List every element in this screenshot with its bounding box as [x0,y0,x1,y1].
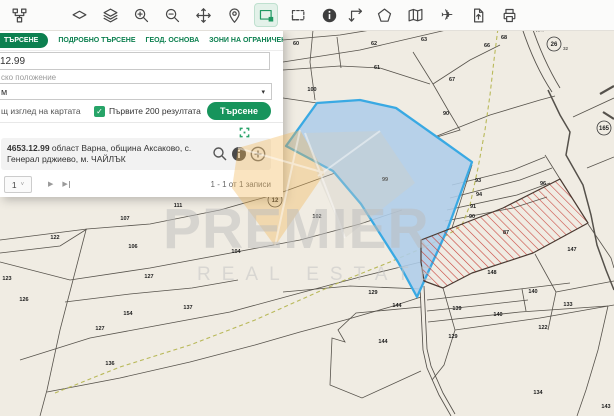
layers-stack-icon[interactable] [99,4,121,26]
zoom-in-icon[interactable] [130,4,152,26]
parcel-label: 67 [449,77,455,83]
result-info-icon[interactable] [231,146,247,162]
parcel-label: 87 [503,230,509,236]
pagination: 1 ˅ ▶ ▶ 1 - 1 от 1 записи [4,176,271,193]
parcel-label: 66 [484,43,490,49]
zoom-to-result-icon[interactable] [212,146,228,162]
parcel-label: 122 [50,235,59,241]
result-item[interactable]: 4653.12.99 област Варна, община Аксаково… [1,138,271,170]
expand-results-icon[interactable] [239,125,250,136]
rect-dashed-icon[interactable] [287,4,309,26]
parcel-label: 104 [231,249,241,255]
parcel-label: 90 [443,111,449,117]
parcel-label: 106 [128,244,137,250]
parcel-label: 136 [105,361,114,367]
info-icon[interactable] [318,4,340,26]
first-200-label: Първите 200 резултата [109,106,201,116]
location-label: ско положение [1,73,56,82]
parcel-label: 140 [528,289,537,295]
top-toolbar: ✈ [0,0,614,31]
parcel-label: 127 [144,274,153,280]
export-doc-icon[interactable] [467,4,489,26]
parcel-label: 137 [183,305,192,311]
parcel-label: 102 [312,214,321,220]
parcel-label: 93 [475,178,481,184]
parcel-label: 122 [538,325,547,331]
measure-icon[interactable] [345,4,367,26]
search-panel: ТЪРСЕНЕ ПОДРОБНО ТЪРСЕНЕ ГЕОД. ОСНОВА ЗОНИ … [0,30,283,197]
print-icon[interactable] [498,4,520,26]
last-page-icon[interactable]: ▶ [62,181,69,188]
svg-text:165: 165 [599,126,610,132]
route-icon[interactable] [8,4,30,26]
svg-text:32: 32 [563,46,569,51]
rect-select-icon[interactable] [254,3,278,27]
parcel-label: 99 [382,177,388,183]
map-icon[interactable] [404,4,426,26]
parcel-label: 91 [470,204,476,210]
chevron-down-icon: ˅ [21,182,25,188]
zoom-out-icon[interactable] [161,4,183,26]
parcel-label: 90 [469,214,475,220]
parcel-label: 154 [123,311,133,317]
parcel-label: 148 [487,270,496,276]
panel-tabs: ТЪРСЕНЕ ПОДРОБНО ТЪРСЕНЕ ГЕОД. ОСНОВА ЗОНИ … [0,30,283,51]
svg-text:12: 12 [272,198,279,204]
parcel-label: 68 [501,35,507,41]
search-button[interactable]: Търсене [207,102,271,120]
options-row: щ изглед на картата ✓ Първите 200 резулт… [1,102,271,120]
parcel-label: 140 [493,312,502,318]
circled-parcel-label: 165 [597,121,611,135]
result-id: 4653.12.99 [7,143,50,153]
parcel-label: 126 [19,297,28,303]
parcel-label: 143 [601,404,610,410]
location-pin-icon[interactable] [223,4,245,26]
chevron-down-icon: ▾ [261,88,265,96]
divider [0,122,283,123]
add-result-icon[interactable] [250,146,266,162]
first-200-checkbox[interactable]: ✓ [94,106,105,117]
tab-0[interactable]: ТЪРСЕНЕ [0,33,48,48]
tab-3[interactable]: ЗОНИ НА ОГРАНИЧЕНИЯ [209,37,283,44]
parcel-label: 127 [95,326,104,332]
identifier-input[interactable] [0,52,270,70]
pagination-info: 1 - 1 от 1 записи [211,180,271,189]
location-select-value: м [1,87,7,97]
parcel-label: 96 [540,181,546,187]
parcel-label: 60 [293,41,299,47]
pan-icon[interactable] [192,4,214,26]
parcel-label: 100 [307,87,316,93]
layer-icon[interactable] [68,4,90,26]
result-text: 4653.12.99 област Варна, община Аксаково… [1,143,212,165]
parcel-label: 139 [452,306,461,312]
parcel-label: 134 [533,390,543,396]
tab-1[interactable]: ПОДРОБНО ТЪРСЕНЕ [58,37,135,44]
page-number: 1 [12,180,17,190]
next-page-icon[interactable]: ▶ [48,181,53,188]
parcel-label: 62 [371,41,377,47]
parcel-label: 133 [563,302,572,308]
location-select[interactable]: м ▾ [0,83,272,100]
parcel-label: 107 [120,216,129,222]
parcel-label: 94 [476,192,483,198]
parcel-label: 123 [2,276,11,282]
map-view-label[interactable]: щ изглед на картата [1,106,94,116]
parcel-label: 147 [567,247,576,253]
parcel-label: 111 [174,203,183,209]
parcel-label: 61 [374,65,380,71]
tab-2[interactable]: ГЕОД. ОСНОВА [146,37,200,44]
area-icon[interactable] [373,4,395,26]
parcel-label: 129 [448,334,457,340]
page-select[interactable]: 1 ˅ [4,176,32,193]
parcel-label: 63 [421,37,427,43]
plane-icon[interactable]: ✈ [436,4,458,26]
svg-text:26: 26 [551,42,558,48]
parcel-label: 129 [368,290,377,296]
parcel-label: 144 [392,303,402,309]
parcel-label: 144 [378,339,388,345]
result-icons [212,146,271,162]
